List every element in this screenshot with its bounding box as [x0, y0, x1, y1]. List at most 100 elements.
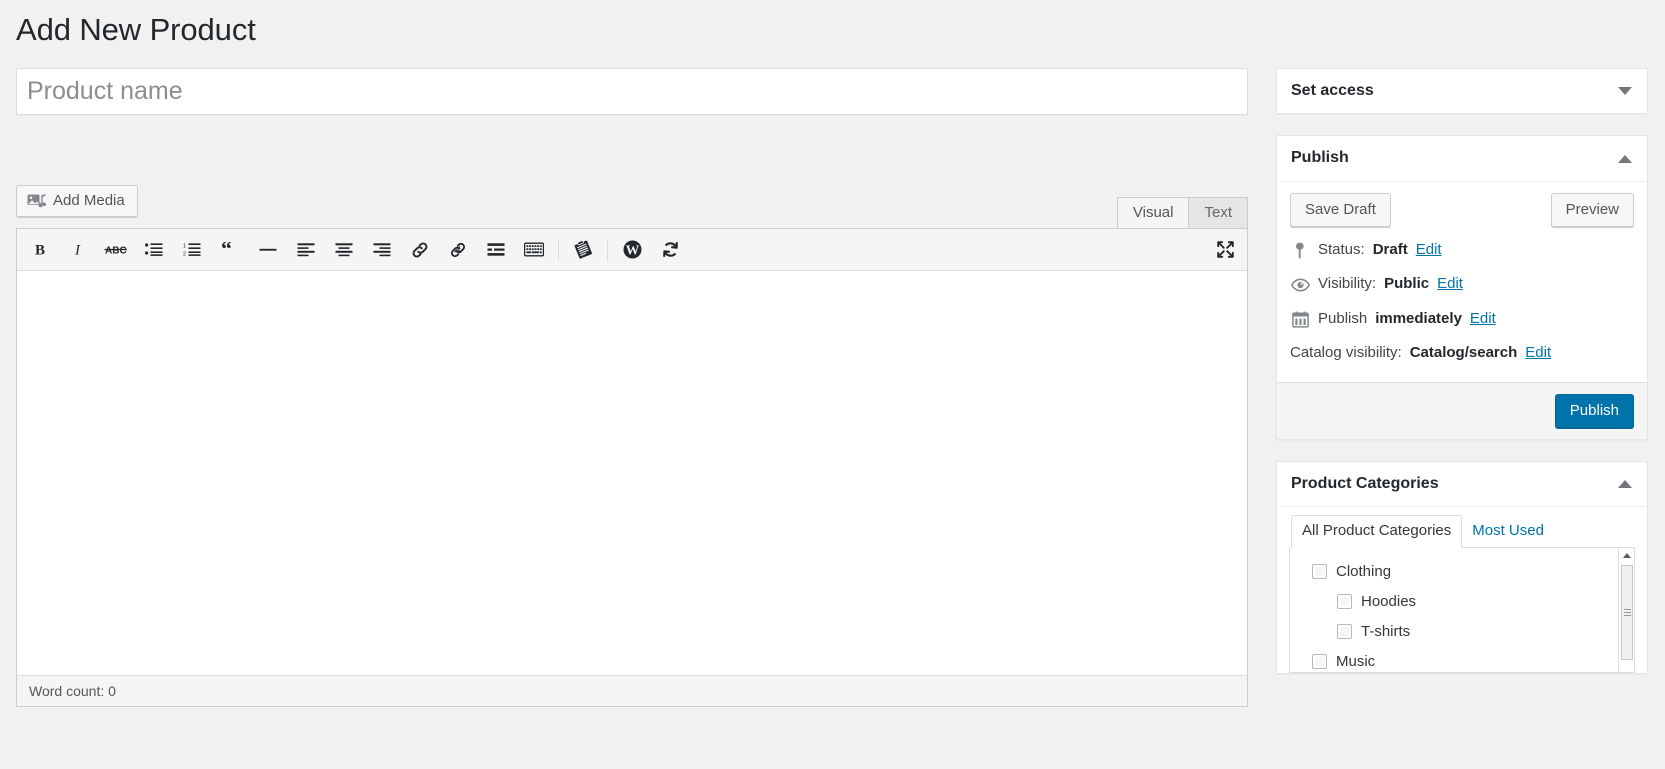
visibility-label: Visibility:	[1318, 275, 1377, 293]
publish-date-edit-link[interactable]: Edit	[1470, 308, 1496, 331]
publish-date-value: immediately	[1375, 309, 1462, 327]
pin-icon	[1290, 240, 1310, 260]
visibility-row: Visibility: Public Edit	[1290, 268, 1634, 303]
content-editor: Add Media Visual Text B I ABC 1 2 “ W Wo…	[16, 185, 1248, 707]
editor-mode-tabs: Visual Text	[1116, 197, 1248, 228]
category-checkbox[interactable]	[1312, 564, 1327, 580]
svg-text:2: 2	[183, 252, 186, 258]
insert-link-icon[interactable]	[403, 235, 437, 265]
scrollbar-thumb[interactable]	[1621, 565, 1633, 661]
read-more-icon[interactable]	[479, 235, 513, 265]
panel-publish: Publish Save Draft Preview Status: Draft…	[1276, 135, 1648, 440]
publish-actions: Save Draft Preview	[1277, 182, 1647, 234]
bulleted-list-icon[interactable]	[137, 235, 171, 265]
status-row: Status: Draft Edit	[1290, 234, 1634, 269]
catalog-visibility-value: Catalog/search	[1409, 344, 1518, 362]
list-item[interactable]: Clothing	[1290, 557, 1634, 587]
svg-text:ABC: ABC	[105, 246, 127, 257]
numbered-list-icon[interactable]: 1 2	[175, 235, 209, 265]
chevron-up-icon[interactable]	[1615, 474, 1635, 494]
align-center-icon[interactable]	[327, 235, 361, 265]
wordpress-help-icon[interactable]: W	[615, 235, 649, 265]
blockquote-icon[interactable]: “	[213, 235, 247, 265]
category-label: T-shirts	[1361, 623, 1411, 641]
scrollbar-grip-icon	[1623, 607, 1631, 618]
panel-set-access: Set access	[1276, 68, 1648, 115]
svg-text:“: “	[221, 242, 232, 258]
toolbar-divider	[558, 238, 559, 261]
editor-media-bar: Add Media Visual Text	[16, 185, 1248, 228]
status-value: Draft	[1372, 240, 1408, 258]
category-label: Clothing	[1336, 563, 1392, 581]
align-right-icon[interactable]	[365, 235, 399, 265]
visibility-value: Public	[1384, 275, 1430, 293]
product-name-input[interactable]	[16, 68, 1248, 115]
editor-statusbar: Word count: 0	[17, 675, 1247, 706]
tab-text[interactable]: Text	[1188, 197, 1248, 228]
svg-text:I: I	[74, 243, 81, 259]
preview-button[interactable]: Preview	[1550, 192, 1634, 227]
list-item[interactable]: Hoodies	[1290, 587, 1634, 617]
svg-text:B: B	[35, 243, 45, 259]
publish-meta-list: Status: Draft Edit Visibility: Public Ed…	[1277, 234, 1647, 382]
add-media-button[interactable]: Add Media	[16, 185, 138, 217]
status-label: Status:	[1318, 240, 1365, 258]
catalog-visibility-row: Catalog visibility: Catalog/search Edit	[1290, 337, 1634, 372]
product-categories-tabs: All Product Categories Most Used	[1289, 515, 1635, 549]
category-checkbox[interactable]	[1312, 654, 1327, 670]
editor-column	[16, 68, 1248, 115]
save-draft-button[interactable]: Save Draft	[1290, 192, 1391, 227]
page-title: Add New Product	[16, 12, 256, 47]
toolbar-divider	[607, 238, 608, 261]
fullscreen-icon[interactable]	[1208, 235, 1242, 265]
editor-content-area[interactable]	[17, 271, 1247, 675]
editor-toolbar: B I ABC 1 2 “ W	[17, 229, 1247, 271]
italic-icon[interactable]: I	[61, 235, 95, 265]
tab-all-product-categories[interactable]: All Product Categories	[1291, 515, 1463, 549]
catalog-visibility-edit-link[interactable]: Edit	[1525, 342, 1551, 365]
product-categories-header[interactable]: Product Categories	[1277, 462, 1647, 508]
svg-text:W: W	[625, 242, 639, 257]
paste-as-text-icon[interactable]	[566, 235, 600, 265]
horizontal-rule-icon[interactable]	[251, 235, 285, 265]
sidebar: Set access Publish Save Draft Preview St…	[1276, 68, 1648, 695]
categories-scrollbar[interactable]	[1618, 548, 1634, 673]
set-access-title: Set access	[1291, 82, 1374, 99]
chevron-up-icon[interactable]	[1615, 149, 1635, 169]
publish-date-row: Publish immediately Edit	[1290, 303, 1634, 338]
catalog-visibility-label: Catalog visibility:	[1290, 344, 1402, 362]
unlink-icon[interactable]	[441, 235, 475, 265]
panel-product-categories: Product Categories All Product Categorie…	[1276, 460, 1648, 675]
list-item[interactable]: Music	[1290, 647, 1634, 672]
strikethrough-icon[interactable]: ABC	[99, 235, 133, 265]
publish-footer: Publish	[1277, 381, 1647, 439]
publish-button[interactable]: Publish	[1554, 393, 1634, 428]
list-item[interactable]: T-shirts	[1290, 617, 1634, 647]
product-categories-body: All Product Categories Most Used Clothin…	[1277, 507, 1647, 674]
set-access-header[interactable]: Set access	[1277, 69, 1647, 113]
tab-visual[interactable]: Visual	[1116, 197, 1190, 228]
admin-page: Add New Product Add Media	[0, 0, 1665, 769]
product-categories-title: Product Categories	[1291, 474, 1439, 492]
category-checkbox[interactable]	[1337, 594, 1352, 610]
add-media-label: Add Media	[53, 192, 125, 209]
product-categories-list: Clothing Hoodies T-shirts Music	[1289, 548, 1635, 674]
scroll-up-arrow-icon[interactable]	[1619, 548, 1634, 564]
status-edit-link[interactable]: Edit	[1416, 239, 1442, 262]
publish-title: Publish	[1291, 149, 1349, 167]
align-left-icon[interactable]	[289, 235, 323, 265]
eye-icon	[1290, 275, 1310, 295]
category-label: Music	[1336, 653, 1376, 671]
bold-icon[interactable]: B	[23, 235, 57, 265]
visibility-edit-link[interactable]: Edit	[1437, 273, 1463, 296]
tab-most-used[interactable]: Most Used	[1462, 516, 1554, 547]
category-checkbox[interactable]	[1337, 624, 1352, 640]
refresh-icon[interactable]	[653, 235, 687, 265]
chevron-down-icon[interactable]	[1615, 81, 1635, 101]
publish-date-label: Publish	[1318, 309, 1368, 327]
publish-header[interactable]: Publish	[1277, 136, 1647, 182]
calendar-icon	[1290, 309, 1310, 329]
word-count: Word count: 0	[29, 683, 116, 699]
keyboard-shortcuts-icon[interactable]	[517, 235, 551, 265]
media-photo-music-icon	[27, 193, 46, 210]
